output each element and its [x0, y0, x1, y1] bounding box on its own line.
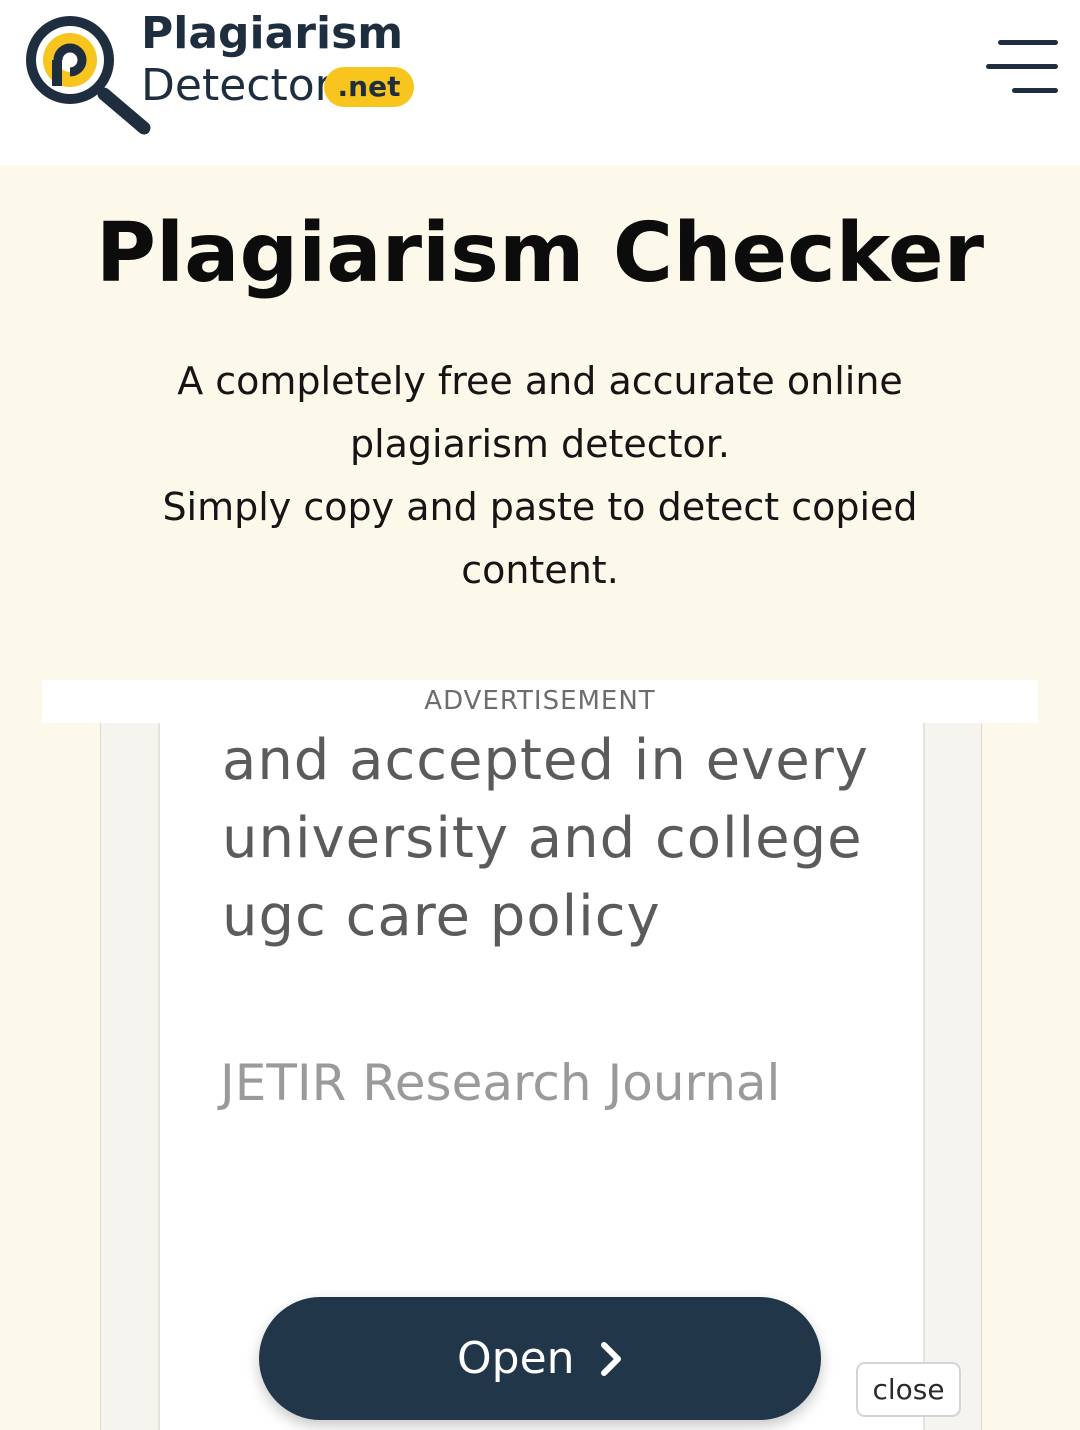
ad-text-line: and accepted in every — [222, 728, 869, 793]
chevron-right-icon — [601, 1342, 621, 1376]
subtitle-line: content. — [461, 548, 619, 592]
site-header: Plagiarism Detector .net — [0, 0, 1080, 165]
menu-line-middle — [986, 64, 1058, 69]
menu-line-bottom — [1012, 88, 1058, 93]
subtitle-line: Simply copy and paste to detect copied — [162, 485, 918, 529]
open-button[interactable]: Open — [259, 1297, 821, 1420]
subtitle-line: A completely free and accurate online — [177, 359, 903, 403]
logo-tld-badge: .net — [324, 67, 414, 107]
magnifier-logo-icon — [26, 16, 151, 135]
subtitle-line: plagiarism detector. — [349, 422, 731, 466]
close-ad-button[interactable]: close — [856, 1362, 961, 1417]
menu-line-top — [998, 40, 1058, 45]
advertisement-journal-name[interactable]: JETIR Research Journal — [220, 1048, 780, 1118]
site-logo[interactable]: Plagiarism Detector .net — [18, 2, 428, 142]
page-title: Plagiarism Checker — [95, 206, 985, 301]
logo-word-detector: Detector — [141, 60, 333, 111]
ad-text-line: university and college — [222, 806, 863, 871]
ad-text-line: ugc care policy — [222, 884, 661, 949]
hamburger-menu-icon[interactable] — [984, 40, 1060, 100]
advertisement-label-bar: ADVERTISEMENT — [42, 680, 1038, 723]
open-button-label: Open — [457, 1333, 575, 1384]
advertisement-label: ADVERTISEMENT — [424, 686, 656, 716]
advertisement-headline[interactable]: and accepted in every university and col… — [222, 722, 922, 956]
page-subtitle: A completely free and accurate online pl… — [100, 350, 980, 602]
logo-word-plagiarism: Plagiarism — [141, 8, 404, 59]
